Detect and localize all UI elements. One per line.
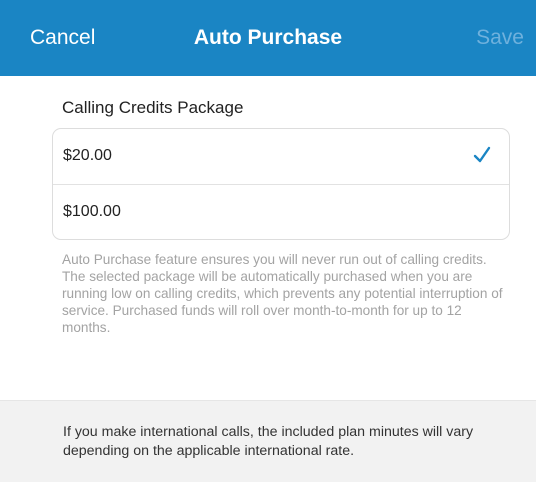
top-bar: Cancel Auto Purchase Save	[0, 0, 536, 76]
save-button[interactable]: Save	[476, 26, 524, 50]
package-options-list: $20.00 $100.00	[52, 128, 510, 240]
auto-purchase-description: Auto Purchase feature ensures you will n…	[62, 252, 503, 335]
international-note-panel: If you make international calls, the inc…	[0, 400, 536, 482]
package-option-20[interactable]: $20.00	[53, 129, 509, 185]
package-option-amount: $20.00	[63, 147, 112, 164]
package-option-amount: $100.00	[63, 203, 121, 220]
package-section-label: Calling Credits Package	[62, 98, 244, 117]
auto-purchase-screen: Cancel Auto Purchase Save Calling Credit…	[0, 0, 536, 482]
page-title: Auto Purchase	[193, 26, 343, 49]
checkmark-icon	[473, 146, 491, 163]
international-calls-note: If you make international calls, the inc…	[63, 424, 474, 459]
package-option-100[interactable]: $100.00	[53, 185, 509, 241]
